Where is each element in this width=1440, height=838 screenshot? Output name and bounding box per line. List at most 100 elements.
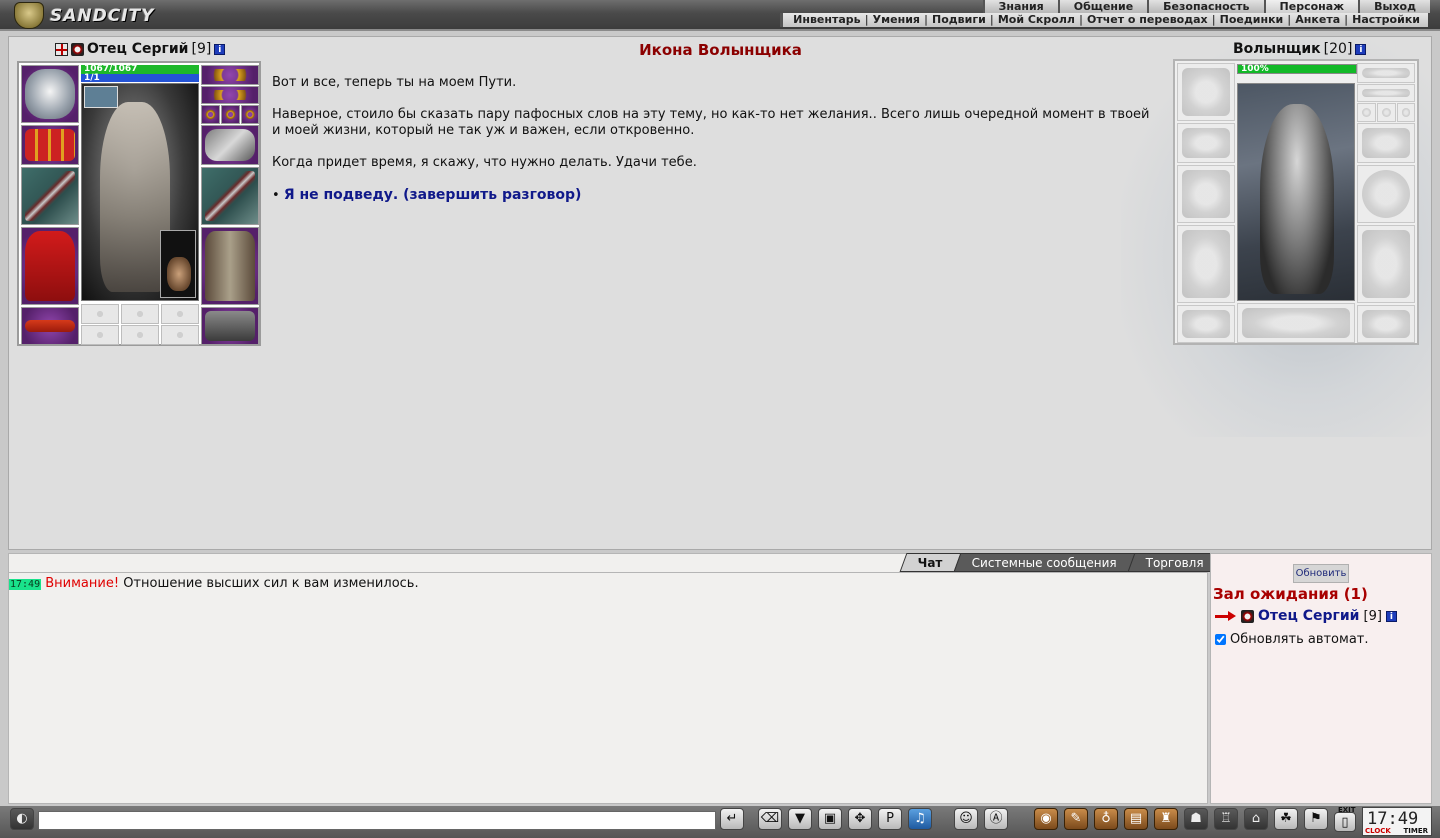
tab-chat[interactable]: Чат <box>899 553 962 572</box>
helmet-icon <box>25 69 75 119</box>
auto-refresh-checkbox[interactable] <box>1215 634 1226 645</box>
slot-bracers[interactable] <box>21 125 79 165</box>
translit-icon[interactable]: Ⓐ <box>984 808 1008 830</box>
smile-icon[interactable]: ☺ <box>954 808 978 830</box>
menu-character[interactable]: Персонаж <box>1263 0 1359 13</box>
menu-communication[interactable]: Общение <box>1057 0 1148 13</box>
send-enter-icon[interactable]: ↵ <box>720 808 744 830</box>
enemy-slot-ring-1[interactable] <box>1357 103 1376 122</box>
alignment-icon[interactable] <box>71 42 84 56</box>
slot-rune-1[interactable] <box>81 304 119 324</box>
submenu-profile[interactable]: Анкета <box>1295 13 1340 27</box>
dialog-body: Вот и все, теперь ты на моем Пути. Навер… <box>272 75 1152 220</box>
enemy-slot-ring-3[interactable] <box>1397 103 1415 122</box>
enemy-slot-bracers[interactable] <box>1177 123 1235 163</box>
submenu-transfers-report[interactable]: Отчет о переводах <box>1087 13 1208 27</box>
slot-rune-6[interactable] <box>161 325 199 345</box>
submenu-skills[interactable]: Умения <box>873 13 920 27</box>
waiting-user-info-icon[interactable]: i <box>1385 610 1397 622</box>
slot-helmet[interactable] <box>21 65 79 123</box>
tab-trade[interactable]: Торговля <box>1127 553 1223 572</box>
slot-rune-3[interactable] <box>161 304 199 324</box>
friends-icon[interactable]: ☘ <box>1274 808 1298 830</box>
slot-rune-5[interactable] <box>121 325 159 345</box>
slot-ring-3[interactable] <box>241 105 259 124</box>
slot-belt[interactable] <box>21 307 79 345</box>
slot-earrings[interactable] <box>201 86 259 104</box>
chat-time[interactable]: 17:49 <box>9 579 42 590</box>
private-message-icon[interactable]: P <box>878 808 902 830</box>
slot-gloves[interactable] <box>201 125 259 165</box>
tab-system-messages[interactable]: Системные сообщения <box>953 553 1136 572</box>
submenu-inventory[interactable]: Инвентарь <box>793 13 860 27</box>
fight-arrow-icon[interactable] <box>1215 608 1237 624</box>
enemy-figure <box>1260 104 1334 294</box>
bag-icon[interactable]: ◉ <box>1034 808 1058 830</box>
submenu-settings[interactable]: Настройки <box>1352 13 1420 27</box>
clock-label: CLOCK <box>1365 827 1391 835</box>
house-icon[interactable]: ⌂ <box>1244 808 1268 830</box>
menu-knowledge[interactable]: Знания <box>982 0 1058 13</box>
enemy-info-icon[interactable]: i <box>1355 43 1367 55</box>
slot-boots[interactable] <box>201 307 259 345</box>
menu-security[interactable]: Безопасность <box>1147 0 1264 13</box>
save-log-icon[interactable]: ▣ <box>818 808 842 830</box>
slot-leggings[interactable] <box>201 227 259 305</box>
chest-icon[interactable]: ▤ <box>1124 808 1148 830</box>
scroll-icon[interactable]: ✎ <box>1064 808 1088 830</box>
music-icon[interactable]: ♫ <box>908 808 932 830</box>
waiting-user-name[interactable]: Отец Сергий <box>1258 608 1360 624</box>
exit-icon[interactable]: ▯ <box>1334 812 1356 832</box>
enemy-slot-armor[interactable] <box>1177 225 1235 303</box>
player-info-icon[interactable]: i <box>214 43 226 55</box>
slot-ring-1[interactable] <box>201 105 220 124</box>
chat-input[interactable] <box>38 811 716 830</box>
chat-mode-icon[interactable]: ◐ <box>10 808 34 830</box>
slot-rune-2[interactable] <box>121 304 159 324</box>
submenu-fights[interactable]: Поединки <box>1220 13 1284 27</box>
submenu-achievements[interactable]: Подвиги <box>932 13 986 27</box>
earrings-icon <box>1362 89 1410 97</box>
enemy-slot-weapon[interactable] <box>1177 165 1235 223</box>
buff-icon[interactable] <box>84 86 118 108</box>
slot-amulet[interactable] <box>201 65 259 85</box>
quest-icon[interactable]: ♜ <box>1154 808 1178 830</box>
slot-ring-2[interactable] <box>221 105 240 124</box>
slot-rune-4[interactable] <box>81 325 119 345</box>
logo[interactable]: SANDCITY <box>14 2 154 29</box>
slot-armor[interactable] <box>21 227 79 305</box>
eraser-icon[interactable]: ⌫ <box>758 808 782 830</box>
menu-exit[interactable]: Выход <box>1358 0 1430 13</box>
enemy-slot-gloves[interactable] <box>1357 123 1415 163</box>
enemy-slot-ring-2[interactable] <box>1377 103 1396 122</box>
enemy-portrait[interactable] <box>1237 83 1355 301</box>
enemy-slot-helmet[interactable] <box>1177 63 1235 121</box>
filter-icon[interactable]: ▼ <box>788 808 812 830</box>
potion-icon[interactable]: ♁ <box>1094 808 1118 830</box>
clan-icon[interactable]: ☗ <box>1184 808 1208 830</box>
enemy-slot-amulet[interactable] <box>1357 63 1415 83</box>
enemy-name: Волынщик <box>1233 41 1321 57</box>
slot-weapon-right[interactable] <box>201 167 259 225</box>
chat-log[interactable]: 17:49 Внимание! Отношение высших сил к в… <box>8 572 1208 804</box>
player-portrait[interactable] <box>81 83 199 301</box>
enemy-slot-belt[interactable] <box>1177 305 1235 343</box>
refresh-button[interactable]: Обновить <box>1293 564 1349 583</box>
enemy-slot-leggings[interactable] <box>1357 225 1415 303</box>
enemy-slot-boots[interactable] <box>1357 305 1415 343</box>
leggings-icon <box>205 231 255 301</box>
move-icon[interactable]: ✥ <box>848 808 872 830</box>
enemy-slot-runes[interactable] <box>1237 303 1355 343</box>
clan-emblem-icon[interactable] <box>55 42 68 56</box>
dialog-answer-link[interactable]: Я не подведу. (завершить разговор) <box>284 187 582 203</box>
pet-cat-icon[interactable] <box>160 230 196 298</box>
enemy-slot-shield[interactable] <box>1357 165 1415 223</box>
slot-weapon-left[interactable] <box>21 167 79 225</box>
enemy-slot-earrings[interactable] <box>1357 84 1415 102</box>
robe-icon <box>25 231 75 301</box>
alignment-icon[interactable] <box>1241 609 1254 623</box>
submenu-my-scroll[interactable]: Мой Скролл <box>998 13 1075 27</box>
clock-timer[interactable]: 17:49 CLOCK TIMER <box>1362 807 1432 836</box>
armor-icon[interactable]: ♖ <box>1214 808 1238 830</box>
flag-icon[interactable]: ⚑ <box>1304 808 1328 830</box>
